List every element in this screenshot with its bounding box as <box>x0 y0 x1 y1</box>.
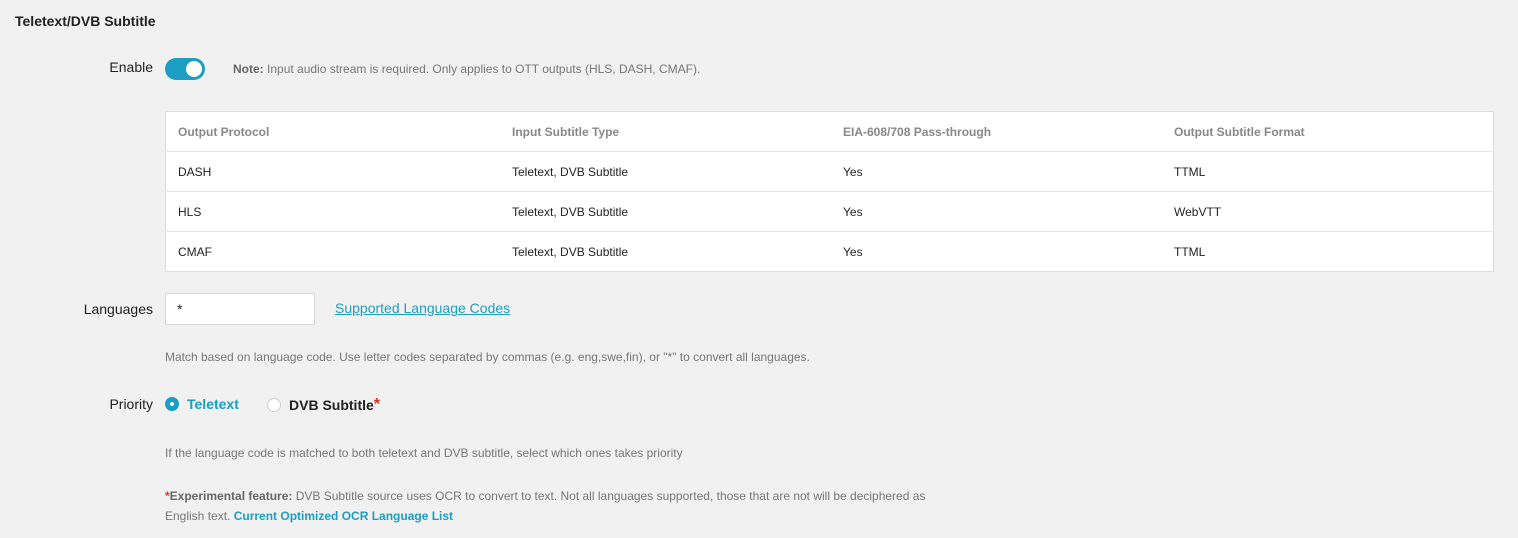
table-cell: Teletext, DVB Subtitle <box>500 191 831 232</box>
table-cell: TTML <box>1162 151 1494 192</box>
table-cell: DASH <box>165 151 500 192</box>
required-asterisk: * <box>373 396 381 413</box>
priority-radio-dvb-subtitle[interactable]: DVB Subtitle * <box>267 396 380 414</box>
enable-toggle[interactable] <box>165 58 205 80</box>
enable-label: Enable <box>109 59 153 75</box>
table-cell: HLS <box>165 191 500 232</box>
table-header-row: Output Protocol Input Subtitle Type EIA-… <box>165 111 1494 152</box>
table-cell: Yes <box>831 191 1162 232</box>
table-cell: Teletext, DVB Subtitle <box>500 151 831 192</box>
table-header: Input Subtitle Type <box>500 111 831 152</box>
radio-checked-icon <box>165 397 179 411</box>
toggle-knob <box>186 61 202 77</box>
priority-label: Priority <box>109 396 153 412</box>
radio-label-teletext: Teletext <box>187 396 239 412</box>
table-row: DASH Teletext, DVB Subtitle Yes TTML <box>165 151 1494 192</box>
radio-unchecked-icon <box>267 398 281 412</box>
protocol-table: Output Protocol Input Subtitle Type EIA-… <box>165 111 1494 272</box>
priority-help: If the language code is matched to both … <box>165 446 683 460</box>
ocr-language-list-link[interactable]: Current Optimized OCR Language List <box>234 509 453 523</box>
table-header: Output Subtitle Format <box>1162 111 1494 152</box>
priority-radio-teletext[interactable]: Teletext <box>165 396 239 412</box>
table-cell: WebVTT <box>1162 191 1494 232</box>
table-cell: Teletext, DVB Subtitle <box>512 244 629 259</box>
table-cell: Yes <box>843 244 863 259</box>
table-header: Output Protocol <box>165 111 500 152</box>
table-row: CMAF Teletext, DVB Subtitle Yes TTML <box>166 232 1494 272</box>
experimental-bold: Experimental feature: <box>169 489 293 503</box>
table-header: EIA-608/708 Pass-through <box>831 111 1162 152</box>
languages-label: Languages <box>83 301 153 317</box>
table-cell: TTML <box>1174 244 1206 259</box>
enable-note: Note: Input audio stream is required. On… <box>233 62 700 76</box>
supported-language-codes-link[interactable]: Supported Language Codes <box>335 300 510 316</box>
table-cell: Yes <box>831 151 1162 192</box>
experimental-note: *Experimental feature: DVB Subtitle sour… <box>165 486 945 526</box>
table-row: HLS Teletext, DVB Subtitle Yes WebVTT <box>165 191 1494 232</box>
radio-label-dvb-subtitle: DVB Subtitle <box>289 397 374 413</box>
languages-input[interactable] <box>165 293 315 325</box>
table-cell: CMAF <box>178 244 212 259</box>
languages-help: Match based on language code. Use letter… <box>165 350 810 364</box>
note-text: Input audio stream is required. Only app… <box>263 62 701 76</box>
section-title: Teletext/DVB Subtitle <box>15 13 156 29</box>
note-bold: Note: <box>233 62 264 76</box>
